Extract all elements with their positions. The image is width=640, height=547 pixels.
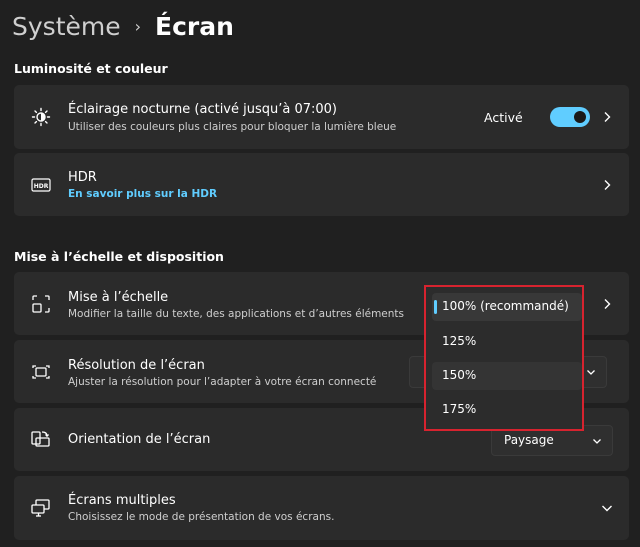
hdr-icon: HDR bbox=[30, 174, 52, 196]
orientation-icon bbox=[30, 428, 52, 450]
toggle-knob bbox=[574, 111, 586, 123]
resolution-icon bbox=[30, 361, 52, 383]
scale-icon bbox=[30, 293, 52, 315]
chevron-down-icon bbox=[587, 370, 595, 375]
scale-option-175[interactable]: 175% bbox=[432, 396, 582, 424]
hdr-learn-more-link[interactable]: En savoir plus sur la HDR bbox=[68, 188, 217, 200]
multiple-displays-card[interactable]: Écrans multiples Choisissez le mode de p… bbox=[14, 476, 629, 540]
resolution-subtitle: Ajuster la résolution pour l’adapter à v… bbox=[68, 376, 377, 388]
scale-option-label: 100% (recommandé) bbox=[442, 299, 569, 313]
scale-option-100[interactable]: 100% (recommandé) bbox=[432, 293, 582, 321]
scale-option-125[interactable]: 125% bbox=[432, 328, 582, 356]
multiple-displays-icon bbox=[30, 497, 52, 519]
section-title-scale-layout: Mise à l’échelle et disposition bbox=[14, 249, 224, 264]
page-title: Écran bbox=[155, 11, 234, 41]
section-title-brightness: Luminosité et couleur bbox=[14, 61, 168, 76]
multiple-displays-subtitle: Choisissez le mode de présentation de vo… bbox=[68, 511, 335, 523]
resolution-title: Résolution de l’écran bbox=[68, 358, 205, 373]
scale-option-label: 125% bbox=[442, 334, 477, 348]
chevron-right-icon bbox=[604, 112, 611, 122]
scale-title: Mise à l’échelle bbox=[68, 290, 169, 305]
hdr-title: HDR bbox=[68, 170, 97, 185]
selection-indicator bbox=[434, 300, 437, 314]
scale-subtitle: Modifier la taille du texte, des applica… bbox=[68, 308, 405, 320]
breadcrumb: Système › Écran bbox=[12, 8, 234, 44]
night-light-title: Éclairage nocturne (activé jusqu’à 07:00… bbox=[68, 102, 338, 117]
chevron-down-icon bbox=[593, 439, 601, 444]
night-light-icon bbox=[30, 106, 52, 128]
chevron-right-icon bbox=[604, 299, 611, 309]
hdr-card[interactable]: HDR HDR En savoir plus sur la HDR bbox=[14, 153, 629, 216]
chevron-right-icon bbox=[604, 180, 611, 190]
svg-text:HDR: HDR bbox=[34, 183, 49, 190]
scale-option-150[interactable]: 150% bbox=[432, 362, 582, 390]
breadcrumb-separator: › bbox=[134, 16, 142, 36]
breadcrumb-parent[interactable]: Système bbox=[12, 12, 121, 41]
chevron-down-icon[interactable] bbox=[601, 502, 613, 514]
scale-option-label: 150% bbox=[442, 368, 477, 382]
scale-option-label: 175% bbox=[442, 402, 477, 416]
scale-options-flyout: 100% (recommandé) 125% 150% 175% bbox=[424, 285, 584, 431]
night-light-state-label: Activé bbox=[484, 110, 523, 125]
night-light-subtitle: Utiliser des couleurs plus claires pour … bbox=[68, 121, 397, 133]
night-light-card[interactable]: Éclairage nocturne (activé jusqu’à 07:00… bbox=[14, 85, 629, 149]
multiple-displays-title: Écrans multiples bbox=[68, 493, 176, 508]
orientation-dropdown-value: Paysage bbox=[504, 433, 554, 447]
night-light-toggle[interactable] bbox=[550, 107, 590, 127]
orientation-title: Orientation de l’écran bbox=[68, 432, 211, 447]
